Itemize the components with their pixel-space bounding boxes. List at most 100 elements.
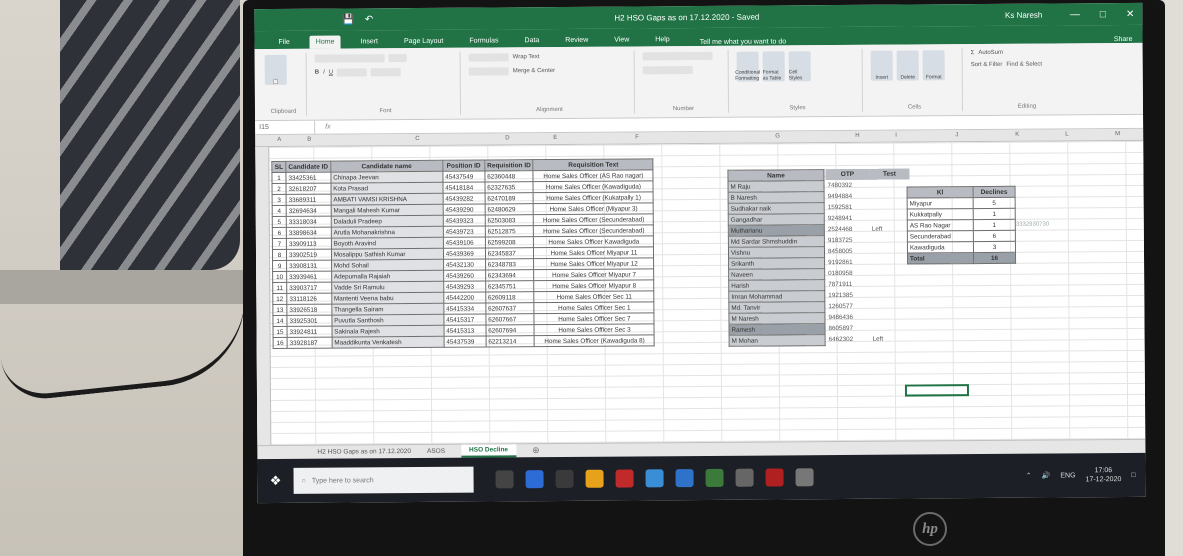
- table-cell[interactable]: Chinapa Jeevan: [330, 171, 443, 184]
- edge-icon[interactable]: [675, 469, 694, 488]
- table-cell[interactable]: 33909113: [286, 238, 332, 250]
- table-cell[interactable]: 62470189: [484, 192, 534, 205]
- test-cell[interactable]: Left: [871, 334, 911, 345]
- table-cell[interactable]: Home Sales Officer (Kukatpally 1): [533, 191, 654, 204]
- test-cell[interactable]: [870, 191, 910, 202]
- column-header[interactable]: F: [635, 134, 639, 140]
- table-cell[interactable]: 8: [272, 249, 287, 261]
- column-header[interactable]: C: [415, 136, 419, 142]
- table-cell[interactable]: Home Sales Officer Sec 11: [534, 290, 655, 303]
- name-cell[interactable]: M Mohan: [729, 334, 826, 347]
- table-cell[interactable]: Home Sales Officer (AS Rao nagar): [533, 169, 654, 182]
- align-center-button[interactable]: [468, 67, 509, 76]
- declines-cell[interactable]: 3: [973, 241, 1016, 253]
- name-cell[interactable]: Gangadhar: [728, 213, 825, 226]
- name-cell[interactable]: Md Sardar Shmshuddin: [728, 235, 825, 248]
- otp-cell[interactable]: 9192861: [826, 257, 870, 268]
- table-cell[interactable]: 62607667: [485, 313, 535, 325]
- delete-cells-button[interactable]: Delete: [896, 50, 919, 81]
- name-cell[interactable]: Naveen: [728, 268, 825, 281]
- table-cell[interactable]: 16: [273, 337, 288, 349]
- otp-cell[interactable]: 1592581: [826, 202, 870, 213]
- test-cell[interactable]: [870, 290, 910, 301]
- table-cell[interactable]: 62480629: [484, 203, 534, 216]
- excel-taskbar-icon[interactable]: [705, 468, 724, 487]
- store-icon[interactable]: [645, 469, 664, 488]
- table-cell[interactable]: 45418184: [442, 182, 485, 194]
- fx-icon[interactable]: fx: [315, 124, 341, 131]
- table-cell[interactable]: 6: [272, 227, 287, 239]
- italic-icon[interactable]: I: [323, 70, 325, 76]
- table-cell[interactable]: 33939461: [286, 271, 332, 283]
- table-cell[interactable]: 62503083: [484, 214, 534, 227]
- find-select-button[interactable]: Find & Select: [1006, 62, 1042, 68]
- table-cell[interactable]: Arutla Mohanakrishna: [331, 226, 444, 239]
- format-as-table-button[interactable]: Format as Table: [762, 51, 785, 82]
- declines-cell[interactable]: 1: [973, 219, 1016, 231]
- test-cell[interactable]: [870, 323, 910, 334]
- name-cell[interactable]: M Naresh: [728, 312, 825, 325]
- table-cell[interactable]: 45437549: [442, 171, 485, 183]
- table-cell[interactable]: 7: [272, 238, 287, 250]
- table-cell[interactable]: 33898634: [286, 227, 332, 239]
- calculator-icon[interactable]: [735, 468, 754, 487]
- column-header[interactable]: J: [955, 132, 958, 138]
- volume-icon[interactable]: 🔊: [1042, 472, 1051, 480]
- tab-insert[interactable]: Insert: [354, 35, 384, 48]
- table-cell[interactable]: 45432130: [443, 258, 486, 271]
- otp-cell[interactable]: 7480392: [825, 180, 869, 191]
- table-cell[interactable]: 45415334: [443, 302, 486, 315]
- column-header[interactable]: I: [895, 133, 897, 139]
- table-cell[interactable]: Adepumalla Rajaiah: [331, 270, 444, 283]
- font-name-select[interactable]: [314, 54, 385, 63]
- outlook-icon[interactable]: [525, 470, 544, 489]
- otp-cell[interactable]: 1921385: [826, 290, 870, 301]
- table-cell[interactable]: 62343694: [485, 269, 535, 281]
- underline-icon[interactable]: U: [329, 70, 333, 76]
- table-cell[interactable]: 45439282: [442, 193, 485, 205]
- table-cell[interactable]: Home Sales Officer (Miyapur 3): [533, 202, 654, 215]
- otp-cell[interactable]: 6462302: [827, 334, 871, 345]
- add-sheet-icon[interactable]: ⊕: [532, 445, 540, 456]
- table-cell[interactable]: 2: [272, 183, 287, 195]
- table-cell[interactable]: Home Sales Officer (Kawadiguda 8): [534, 334, 655, 347]
- test-cell[interactable]: [870, 257, 910, 268]
- test-cell[interactable]: [870, 312, 910, 323]
- table-cell[interactable]: Home Sales Officer Miyapur 11: [533, 246, 654, 259]
- table-cell[interactable]: Home Sales Officer Kawadiguda: [533, 235, 654, 248]
- table-cell[interactable]: 33924811: [287, 326, 332, 338]
- table-cell[interactable]: Maaddikunta Venkatesh: [331, 336, 444, 349]
- table-cell[interactable]: 12: [272, 293, 287, 305]
- name-cell[interactable]: Vishnu: [728, 246, 825, 259]
- table-cell[interactable]: 4: [272, 205, 287, 217]
- undo-icon[interactable]: ↶: [365, 14, 373, 25]
- tab-formulas[interactable]: Formulas: [463, 34, 504, 47]
- table-cell[interactable]: 14: [272, 315, 288, 327]
- column-header[interactable]: K: [1015, 132, 1019, 138]
- format-cells-button[interactable]: Format: [922, 50, 945, 81]
- table-cell[interactable]: 62327635: [484, 181, 534, 194]
- table-cell[interactable]: 45439260: [443, 269, 486, 282]
- table-cell[interactable]: 33928187: [287, 337, 332, 349]
- table-cell[interactable]: 62345751: [485, 280, 535, 292]
- otp-cell[interactable]: 9486436: [826, 312, 870, 323]
- table-cell[interactable]: 33903717: [286, 282, 332, 294]
- table-cell[interactable]: 62213214: [485, 335, 535, 347]
- number-format-select[interactable]: [642, 51, 713, 61]
- table-cell[interactable]: 45437539: [443, 335, 486, 348]
- name-cell[interactable]: B Naresh: [728, 191, 825, 204]
- number-buttons[interactable]: [642, 66, 693, 75]
- table-cell[interactable]: 62345837: [485, 247, 534, 259]
- tab-file[interactable]: File: [272, 36, 295, 49]
- otp-cell[interactable]: 1260577: [826, 301, 870, 312]
- declines-cell[interactable]: 1: [973, 208, 1016, 220]
- table-cell[interactable]: 15: [273, 326, 288, 338]
- otp-cell[interactable]: 7871911: [826, 279, 870, 290]
- table-cell[interactable]: 33925301: [286, 315, 332, 327]
- test-cell[interactable]: Left: [870, 224, 910, 235]
- table-cell[interactable]: 45439369: [443, 247, 486, 260]
- otp-cell[interactable]: 8605897: [826, 323, 870, 334]
- name-box[interactable]: I15: [255, 120, 316, 135]
- table-cell[interactable]: 33689311: [286, 194, 331, 206]
- bold-icon[interactable]: B: [315, 70, 319, 76]
